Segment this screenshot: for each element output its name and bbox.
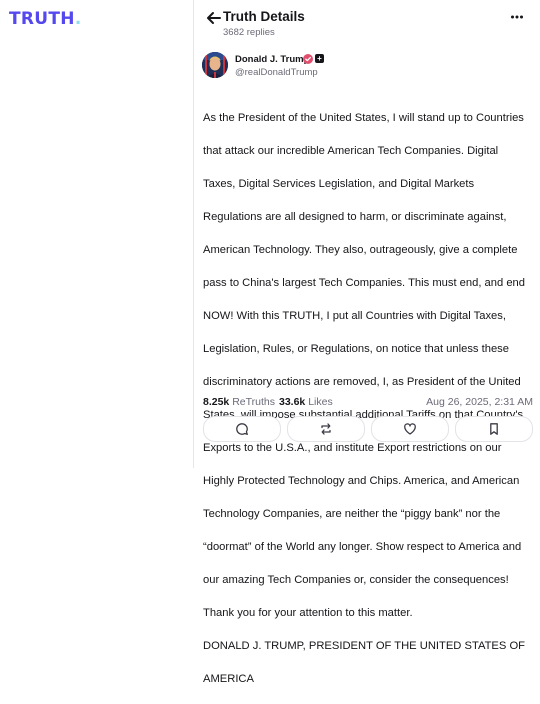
retruth-icon bbox=[321, 423, 331, 435]
post-line: our amazing Tech Companies or, consider … bbox=[203, 573, 509, 586]
post-line: Taxes, Digital Services Legislation, and… bbox=[203, 177, 475, 190]
action-bar bbox=[203, 416, 533, 442]
left-sidebar: TRUTH. bbox=[0, 0, 193, 468]
retruths-label: ReTruths bbox=[232, 396, 275, 408]
post-line: Regulations are all designed to harm, or… bbox=[203, 210, 507, 223]
post-line: pass to China's largest Tech Companies. … bbox=[203, 276, 525, 289]
post-line: NOW! With this TRUTH, I put all Countrie… bbox=[203, 309, 506, 322]
truth-logo[interactable]: TRUTH. bbox=[9, 9, 82, 29]
likes-stat[interactable]: 33.6k Likes bbox=[279, 396, 333, 408]
more-horizontal-icon[interactable] bbox=[510, 10, 524, 24]
post-line: Thank you for your attention to this mat… bbox=[203, 606, 413, 619]
likes-count: 33.6k bbox=[279, 396, 306, 408]
post-line: DONALD J. TRUMP, PRESIDENT OF THE UNITED… bbox=[203, 639, 525, 652]
author-handle[interactable]: @realDonaldTrump bbox=[235, 67, 318, 78]
post-line: Technology Companies, are neither the “p… bbox=[203, 507, 501, 520]
arrow-left-icon[interactable] bbox=[204, 8, 224, 28]
author-name[interactable]: Donald J. Trump bbox=[235, 54, 309, 65]
retruths-stat[interactable]: 8.25k ReTruths bbox=[203, 396, 275, 408]
post-date: Aug 26, 2025, 2:31 AM bbox=[426, 396, 533, 408]
replies-count: 3682 replies bbox=[223, 27, 275, 38]
bookmark-button[interactable] bbox=[455, 416, 533, 442]
post-line: discriminatory actions are removed, I, a… bbox=[203, 375, 521, 388]
verified-badge-icon bbox=[303, 54, 313, 64]
reply-icon bbox=[236, 423, 248, 435]
logo-text: TRUTH bbox=[9, 9, 75, 29]
like-button[interactable] bbox=[371, 416, 449, 442]
post-line: that attack our incredible American Tech… bbox=[203, 144, 499, 157]
post-line: Highly Protected Technology and Chips. A… bbox=[203, 474, 520, 487]
logo-dot: . bbox=[74, 9, 82, 29]
retruth-button[interactable] bbox=[287, 416, 365, 442]
like-icon bbox=[404, 423, 416, 435]
post-line: American Technology. They also, outrageo… bbox=[203, 243, 518, 256]
likes-label: Likes bbox=[308, 396, 333, 408]
post-line: “doormat” of the World any longer. Show … bbox=[203, 540, 522, 553]
avatar[interactable] bbox=[202, 52, 228, 78]
post-line: Legislation, Rules, or Regulations, on n… bbox=[203, 342, 509, 355]
post-line: As the President of the United States, I… bbox=[203, 111, 524, 124]
page-header: Truth Details 3682 replies bbox=[194, 0, 540, 44]
page-title: Truth Details bbox=[223, 9, 305, 24]
bookmark-icon bbox=[490, 423, 498, 435]
main-column: Truth Details 3682 replies Donald J. Tru… bbox=[194, 0, 540, 685]
post-line: AMERICA bbox=[203, 672, 254, 685]
avatar-image bbox=[202, 52, 228, 78]
plus-badge-icon: + bbox=[315, 54, 324, 63]
reply-button[interactable] bbox=[203, 416, 281, 442]
retruths-count: 8.25k bbox=[203, 396, 230, 408]
